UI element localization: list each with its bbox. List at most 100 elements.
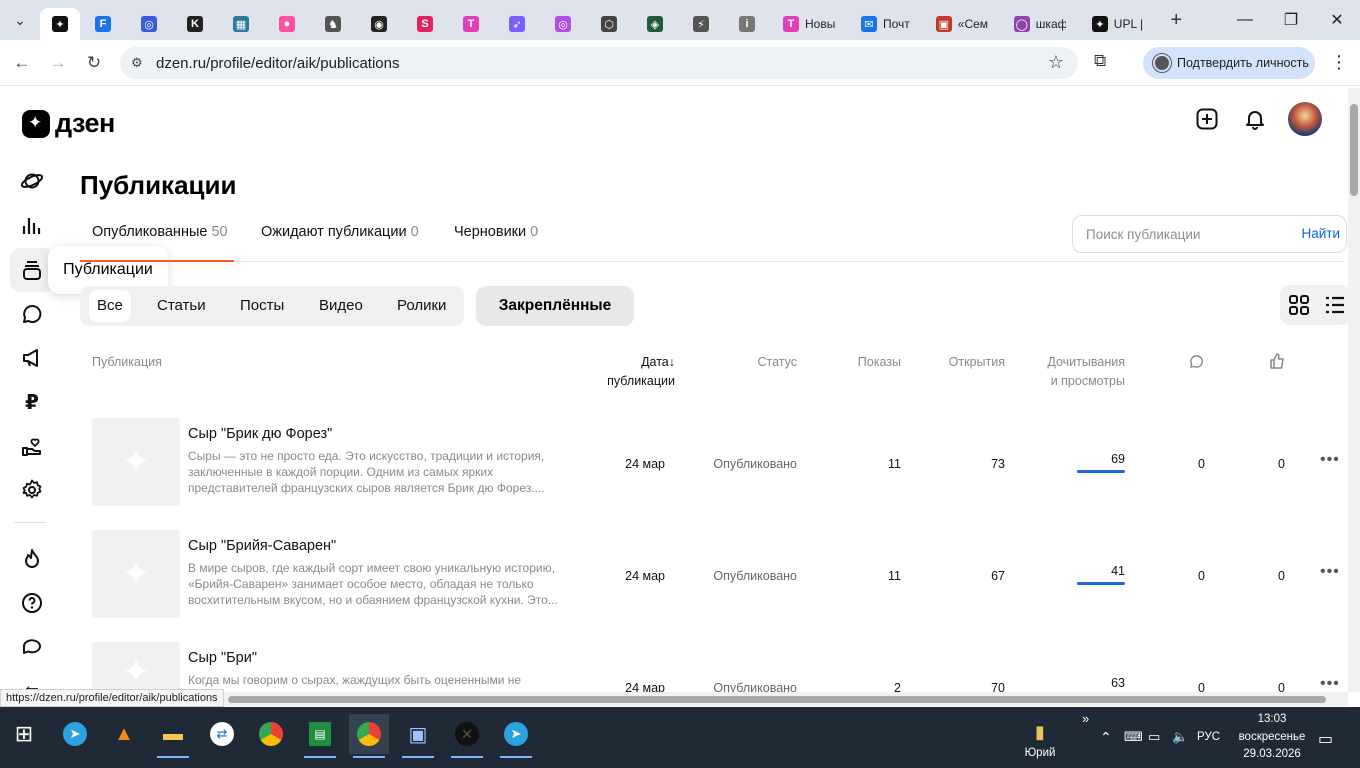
- browser-tab[interactable]: ◎: [126, 8, 172, 40]
- tab-drafts[interactable]: Черновики 0: [454, 224, 538, 240]
- taskbar-telegram-2-icon[interactable]: ➤: [496, 714, 536, 758]
- browser-tab[interactable]: S: [402, 8, 448, 40]
- bookmark-star-icon[interactable]: ☆: [1048, 52, 1064, 73]
- sidebar-monetization-ruble-icon[interactable]: ₽: [18, 388, 46, 416]
- reload-icon[interactable]: ↻: [81, 50, 107, 76]
- taskbar-telegram-icon[interactable]: ➤: [55, 714, 95, 754]
- list-view-icon[interactable]: [1320, 290, 1350, 320]
- browser-tab[interactable]: ➶: [494, 8, 540, 40]
- pinned-filter-button[interactable]: Закреплённые: [476, 286, 634, 326]
- browser-tab[interactable]: ◯ шкаф: [1001, 8, 1079, 40]
- sidebar-fire-icon[interactable]: [18, 545, 46, 573]
- taskbar-chrome-icon[interactable]: [251, 714, 291, 754]
- filter-articles[interactable]: Статьи: [149, 290, 214, 322]
- sidebar-help-icon[interactable]: [18, 589, 46, 617]
- start-windows-icon[interactable]: ⊞: [4, 714, 44, 754]
- browser-tab[interactable]: ◉: [356, 8, 402, 40]
- taskbar-overflow-icon[interactable]: »: [1082, 711, 1089, 726]
- tab-title: «Сем: [957, 17, 988, 31]
- horizontal-scroll-thumb[interactable]: [228, 696, 1326, 703]
- row-title[interactable]: Сыр "Брик дю Форез": [188, 426, 332, 442]
- close-window-icon[interactable]: ✕: [1314, 0, 1360, 40]
- browser-tab[interactable]: ✦ UPL |: [1079, 8, 1156, 40]
- verify-identity-button[interactable]: Подтвердить личность: [1143, 47, 1315, 79]
- tab-drafts-count: 0: [530, 224, 539, 240]
- tab-pending-count: 0: [410, 224, 419, 240]
- taskbar-app-dark-icon[interactable]: ✕: [447, 714, 487, 758]
- tray-volume-muted-icon[interactable]: 🔈: [1172, 729, 1188, 745]
- browser-tab[interactable]: ✉ Почт: [848, 8, 923, 40]
- forward-icon[interactable]: →: [45, 50, 71, 76]
- tray-time[interactable]: 13:03: [1232, 713, 1312, 725]
- browser-tab[interactable]: F: [80, 8, 126, 40]
- browser-tab[interactable]: ⬡: [586, 8, 632, 40]
- taskbar-explorer-folder-icon[interactable]: ▬: [153, 714, 193, 758]
- tab-favicon-icon: ▣: [935, 16, 952, 32]
- taskbar-remote-desktop-icon[interactable]: ▣: [398, 714, 438, 758]
- restore-icon[interactable]: ❐: [1268, 0, 1314, 40]
- filter-all[interactable]: Все: [89, 290, 131, 322]
- notifications-bell-icon[interactable]: [1242, 106, 1268, 132]
- browser-tab[interactable]: T: [448, 8, 494, 40]
- sidebar-comments-icon[interactable]: [18, 300, 46, 328]
- tab-pending[interactable]: Ожидают публикации 0: [261, 224, 419, 240]
- row-more-icon[interactable]: •••: [1320, 451, 1340, 469]
- browser-tab[interactable]: i: [724, 8, 770, 40]
- sidebar-chat-icon[interactable]: [18, 633, 46, 661]
- filter-video[interactable]: Видео: [311, 290, 371, 322]
- tab-favicon-icon: ◯: [1013, 16, 1030, 32]
- site-info-icon[interactable]: ⚙: [131, 55, 147, 71]
- sidebar-feed-planet-icon[interactable]: [18, 167, 46, 195]
- new-tab-button[interactable]: +: [1156, 9, 1196, 32]
- tab-published[interactable]: Опубликованные 50: [92, 224, 228, 240]
- browser-tab[interactable]: ⚡: [678, 8, 724, 40]
- browser-tab[interactable]: T Новы: [770, 8, 848, 40]
- taskbar-vlc-icon[interactable]: ▲: [104, 714, 144, 754]
- sidebar-donations-hand-heart-icon[interactable]: [18, 432, 46, 460]
- row-title[interactable]: Сыр "Бри": [188, 650, 257, 666]
- taskbar-user-folder-icon[interactable]: ▮: [1020, 712, 1060, 752]
- taskbar-teamviewer-icon[interactable]: ⇄: [202, 714, 242, 754]
- action-center-icon[interactable]: ▭: [1318, 729, 1333, 749]
- browser-menu-icon[interactable]: ⋮: [1330, 52, 1348, 73]
- row-more-icon[interactable]: •••: [1320, 563, 1340, 581]
- extensions-icon[interactable]: ⧉: [1094, 51, 1106, 71]
- tray-show-hidden-icon[interactable]: ⌃: [1100, 729, 1112, 746]
- tray-network-icon[interactable]: ▭: [1148, 729, 1160, 745]
- browser-tab[interactable]: K: [172, 8, 218, 40]
- user-avatar[interactable]: [1288, 102, 1322, 136]
- sidebar-settings-gear-icon[interactable]: [18, 476, 46, 504]
- column-publication: Публикация: [92, 355, 162, 369]
- sidebar-publications-icon[interactable]: [18, 256, 46, 284]
- row-title[interactable]: Сыр "Брийя-Саварен": [188, 538, 336, 554]
- filter-posts[interactable]: Посты: [232, 290, 292, 322]
- search-input[interactable]: Поиск публикации Найти: [1072, 215, 1347, 253]
- column-date-sort[interactable]: Дата↓ публикации: [599, 353, 675, 391]
- tray-input-icon[interactable]: ⌨: [1124, 729, 1143, 745]
- browser-tab[interactable]: ◎: [540, 8, 586, 40]
- browser-tab[interactable]: ●: [264, 8, 310, 40]
- vertical-scroll-thumb[interactable]: [1350, 104, 1358, 196]
- taskbar-spreadsheet-icon[interactable]: ▤: [300, 714, 340, 758]
- minimize-icon[interactable]: —: [1222, 0, 1268, 40]
- tray-language[interactable]: РУС: [1197, 731, 1220, 743]
- filter-shorts[interactable]: Ролики: [389, 290, 454, 322]
- tab-favicon-icon: ◉: [371, 16, 387, 32]
- row-more-icon[interactable]: •••: [1320, 675, 1340, 693]
- address-bar[interactable]: ⚙ dzen.ru/profile/editor/aik/publication…: [120, 47, 1078, 79]
- grid-view-icon[interactable]: [1284, 290, 1314, 320]
- browser-tab[interactable]: ▦: [218, 8, 264, 40]
- browser-tab[interactable]: ▣ «Сем: [923, 8, 1001, 40]
- tab-search-chevron-icon[interactable]: ⌄: [0, 0, 40, 40]
- browser-tab[interactable]: ◈: [632, 8, 678, 40]
- create-publication-icon[interactable]: [1194, 106, 1220, 132]
- taskbar-chrome-active-icon[interactable]: [349, 714, 389, 758]
- search-button[interactable]: Найти: [1301, 226, 1340, 241]
- column-reads-label-2: и просмотры: [1050, 374, 1125, 388]
- back-icon[interactable]: ←: [9, 50, 35, 76]
- browser-tab[interactable]: ✦: [40, 8, 80, 40]
- browser-tab[interactable]: ♞: [310, 8, 356, 40]
- sidebar-promotion-megaphone-icon[interactable]: [18, 344, 46, 372]
- dzen-logo[interactable]: дзен: [22, 108, 115, 139]
- sidebar-statistics-icon[interactable]: [18, 211, 46, 239]
